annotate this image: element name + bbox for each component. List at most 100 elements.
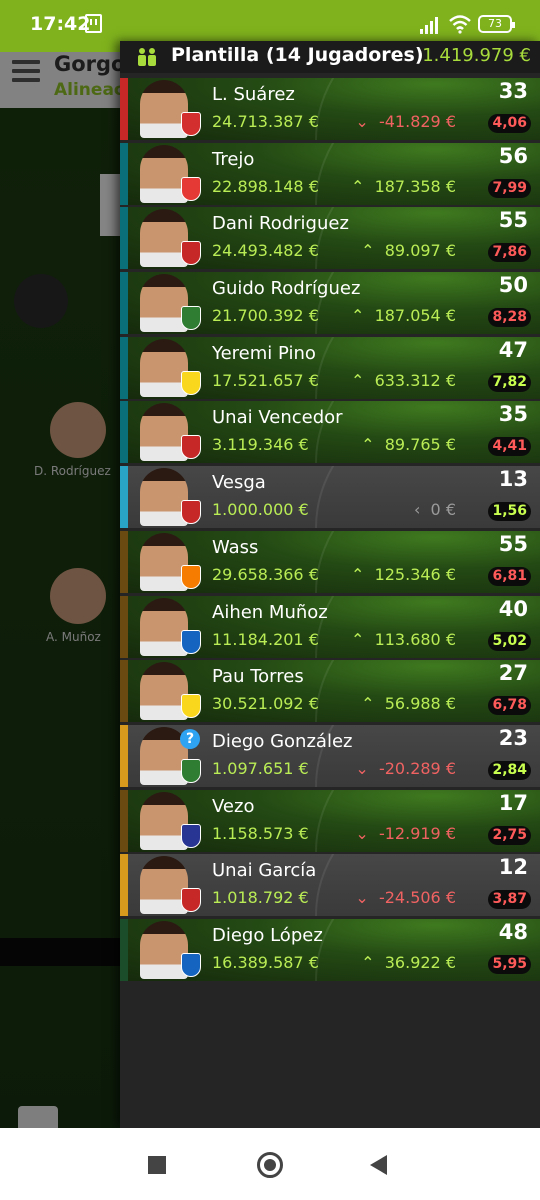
player-row[interactable]: L. Suárez 24.713.387 € ⌄ -41.829 € 33 4,06 [120, 78, 540, 140]
club-crest-icon [181, 176, 201, 201]
price-change-value: -12.919 € [378, 823, 456, 843]
home-button[interactable] [257, 1152, 283, 1178]
position-bar [120, 401, 128, 464]
position-bar [120, 789, 128, 852]
status-badge[interactable]: ? [180, 728, 200, 749]
position-bar [120, 660, 128, 723]
player-row[interactable]: Pau Torres 30.521.092 € ⌃ 56.988 € 27 6,78 [120, 660, 540, 723]
player-row[interactable]: Guido Rodríguez 21.700.392 € ⌃ 187.054 € 50… [120, 272, 540, 335]
player-row[interactable]: Unai Vencedor 3.119.346 € ⌃ 89.765 € 35 4,41 [120, 401, 540, 464]
trend-arrow-icon: ⌄ [355, 823, 369, 843]
wifi-icon [449, 15, 471, 34]
price-change-value: 125.346 € [374, 564, 456, 584]
trend-arrow-icon: ⌃ [361, 241, 375, 261]
player-row[interactable]: Yeremi Pino 17.521.657 € ⌃ 633.312 € 47 7,82 [120, 336, 540, 399]
position-bar [120, 272, 128, 335]
club-crest-icon [181, 241, 201, 266]
player-price: 29.658.366 € [212, 564, 319, 584]
price-change: ⌃ 36.922 € [346, 953, 456, 972]
player-name: Trejo [212, 148, 255, 170]
player-price: 16.389.587 € [212, 952, 319, 972]
price-change: ⌄ -20.289 € [346, 759, 456, 778]
player-points: 23 [498, 725, 528, 750]
player-price: 24.493.482 € [212, 241, 319, 261]
player-name: Dani Rodriguez [212, 213, 349, 235]
price-change-value: -20.289 € [378, 758, 456, 778]
trend-arrow-icon: ⌃ [361, 952, 375, 972]
signal-icon [420, 17, 438, 34]
player-price: 1.097.651 € [212, 758, 309, 778]
player-average: 5,02 [488, 631, 531, 651]
player-points: 50 [498, 273, 528, 298]
price-change: ⌃ 187.358 € [346, 177, 456, 196]
player-points: 47 [498, 337, 528, 362]
club-crest-icon [181, 629, 201, 654]
player-name: Yeremi Pino [212, 342, 316, 364]
player-price: 30.521.092 € [212, 694, 319, 714]
price-change-value: 633.312 € [374, 370, 456, 390]
price-change: ‹ 0 € [346, 500, 456, 519]
position-bar [120, 530, 128, 593]
position-bar [120, 466, 128, 529]
player-points: 55 [498, 531, 528, 556]
status-time: 17:42 [30, 13, 91, 35]
player-points: 35 [498, 402, 528, 427]
player-row[interactable]: Dani Rodriguez 24.493.482 € ⌃ 89.097 € 55 7,… [120, 207, 540, 270]
drawer-title: Plantilla (14 Jugadores) [171, 44, 424, 66]
player-name: Unai García [212, 860, 317, 882]
player-name: Diego López [212, 924, 323, 946]
player-price: 1.158.573 € [212, 823, 309, 843]
price-change: ⌃ 56.988 € [346, 694, 456, 713]
player-price: 3.119.346 € [212, 435, 309, 455]
player-points: 33 [498, 79, 528, 103]
price-change: ⌃ 125.346 € [346, 565, 456, 584]
price-change: ⌃ 633.312 € [346, 371, 456, 390]
player-points: 56 [498, 143, 528, 168]
price-change-value: 113.680 € [374, 629, 456, 649]
position-bar [120, 142, 128, 205]
player-row[interactable]: Vesga 1.000.000 € ‹ 0 € 13 1,56 [120, 466, 540, 529]
price-change-value: 36.922 € [384, 952, 456, 972]
price-change: ⌃ 89.765 € [346, 435, 456, 454]
player-name: Unai Vencedor [212, 407, 343, 429]
team-value: 1.419.979 € [422, 45, 531, 66]
player-name: Pau Torres [212, 666, 304, 688]
trend-arrow-icon: ⌃ [350, 564, 365, 584]
trend-arrow-icon: ⌄ [355, 888, 369, 908]
trend-arrow-icon: ⌃ [350, 176, 365, 196]
price-change: ⌄ -12.919 € [346, 824, 456, 843]
system-nav-bar [0, 1128, 540, 1200]
club-crest-icon [181, 306, 201, 331]
player-row[interactable]: Aihen Muñoz 11.184.201 € ⌃ 113.680 € 40 5,02 [120, 595, 540, 658]
player-row[interactable]: ? Diego González 1.097.651 € ⌄ -20.289 € 23 2… [120, 724, 540, 787]
player-row[interactable]: Diego López 16.389.587 € ⌃ 36.922 € 48 5,95 [120, 918, 540, 981]
price-change-value: -24.506 € [378, 888, 456, 908]
club-crest-icon [181, 694, 201, 719]
player-row[interactable]: Trejo 22.898.148 € ⌃ 187.358 € 56 7,99 [120, 142, 540, 205]
price-change-value: 89.097 € [384, 241, 456, 261]
recents-button[interactable] [148, 1156, 166, 1174]
player-average: 2,75 [488, 825, 531, 845]
trend-arrow-icon: ⌃ [361, 694, 375, 714]
player-price: 21.700.392 € [212, 306, 319, 326]
position-bar [120, 207, 128, 270]
player-row[interactable]: Wass 29.658.366 € ⌃ 125.346 € 55 6,81 [120, 530, 540, 593]
player-price: 22.898.148 € [212, 176, 319, 196]
player-name: Guido Rodríguez [212, 278, 361, 300]
price-change-value: 187.358 € [374, 176, 456, 196]
player-row[interactable]: Unai García 1.018.792 € ⌄ -24.506 € 12 3,87 [120, 854, 540, 917]
player-average: 4,06 [488, 114, 531, 133]
player-row[interactable]: Vezo 1.158.573 € ⌄ -12.919 € 17 2,75 [120, 789, 540, 852]
back-button[interactable] [370, 1155, 387, 1175]
trend-arrow-icon: ⌄ [355, 112, 369, 131]
position-bar [120, 336, 128, 399]
player-name: Vesga [212, 472, 266, 494]
position-bar [120, 854, 128, 917]
player-name: Aihen Muñoz [212, 601, 328, 623]
player-average: 2,84 [488, 760, 531, 780]
trend-arrow-icon: ⌃ [350, 629, 365, 649]
player-points: 13 [498, 467, 528, 492]
player-average: 6,81 [488, 566, 531, 586]
player-average: 7,82 [488, 372, 531, 392]
player-average: 8,28 [488, 308, 531, 328]
